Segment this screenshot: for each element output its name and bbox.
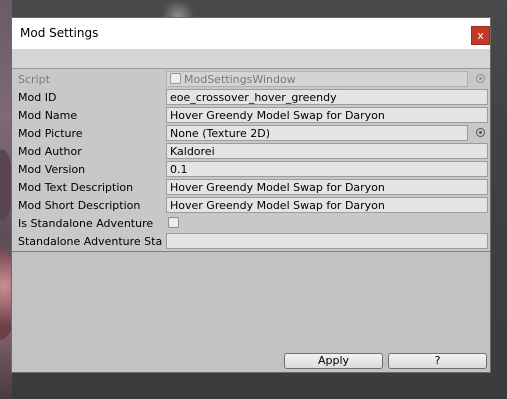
mod-author-label: Mod Author: [18, 145, 82, 158]
mod-picture-row: Mod Picture None (Texture 2D): [12, 125, 490, 142]
script-row: Script ModSettingsWindow: [12, 71, 490, 88]
standalone-start-label: Standalone Adventure Sta: [18, 235, 163, 248]
mod-picture-field[interactable]: None (Texture 2D): [166, 125, 468, 141]
is-standalone-checkbox[interactable]: [168, 217, 179, 228]
standalone-start-row: Standalone Adventure Sta: [12, 233, 490, 250]
mod-picture-label: Mod Picture: [18, 127, 83, 140]
mod-text-description-label: Mod Text Description: [18, 181, 134, 194]
mod-version-row: Mod Version 0.1: [12, 161, 490, 178]
object-picker-icon[interactable]: [476, 128, 485, 137]
mod-author-field[interactable]: Kaldorei: [166, 143, 488, 159]
mod-author-row: Mod Author Kaldorei: [12, 143, 490, 160]
mod-version-field[interactable]: 0.1: [166, 161, 488, 177]
close-button[interactable]: x: [471, 26, 490, 45]
mod-id-row: Mod ID eoe_crossover_hover_greendy: [12, 89, 490, 106]
inspector-panel: Script ModSettingsWindow Mod ID eoe_cros…: [12, 69, 490, 252]
toolbar-strip: [12, 49, 490, 69]
help-button[interactable]: ?: [388, 353, 487, 369]
is-standalone-label: Is Standalone Adventure: [18, 217, 154, 230]
mod-settings-window: Mod Settings x Script ModSettingsWindow …: [11, 17, 491, 373]
apply-button[interactable]: Apply: [284, 353, 383, 369]
script-label: Script: [18, 73, 50, 86]
mod-name-label: Mod Name: [18, 109, 78, 122]
is-standalone-row: Is Standalone Adventure: [12, 215, 490, 232]
script-value: ModSettingsWindow: [184, 73, 296, 86]
mod-text-description-row: Mod Text Description Hover Greendy Model…: [12, 179, 490, 196]
mod-text-description-field[interactable]: Hover Greendy Model Swap for Daryon: [166, 179, 488, 195]
mod-short-description-field[interactable]: Hover Greendy Model Swap for Daryon: [166, 197, 488, 213]
mod-short-description-row: Mod Short Description Hover Greendy Mode…: [12, 197, 490, 214]
title-bar[interactable]: Mod Settings x: [12, 18, 490, 49]
mod-id-field[interactable]: eoe_crossover_hover_greendy: [166, 89, 488, 105]
mod-version-label: Mod Version: [18, 163, 86, 176]
mod-name-row: Mod Name Hover Greendy Model Swap for Da…: [12, 107, 490, 124]
standalone-start-field[interactable]: [166, 233, 488, 249]
mod-name-field[interactable]: Hover Greendy Model Swap for Daryon: [166, 107, 488, 123]
mod-short-description-label: Mod Short Description: [18, 199, 141, 212]
script-field[interactable]: ModSettingsWindow: [166, 71, 468, 87]
script-file-icon: [170, 73, 181, 84]
object-picker-icon[interactable]: [476, 74, 485, 83]
window-title: Mod Settings: [20, 26, 99, 40]
mod-id-label: Mod ID: [18, 91, 57, 104]
